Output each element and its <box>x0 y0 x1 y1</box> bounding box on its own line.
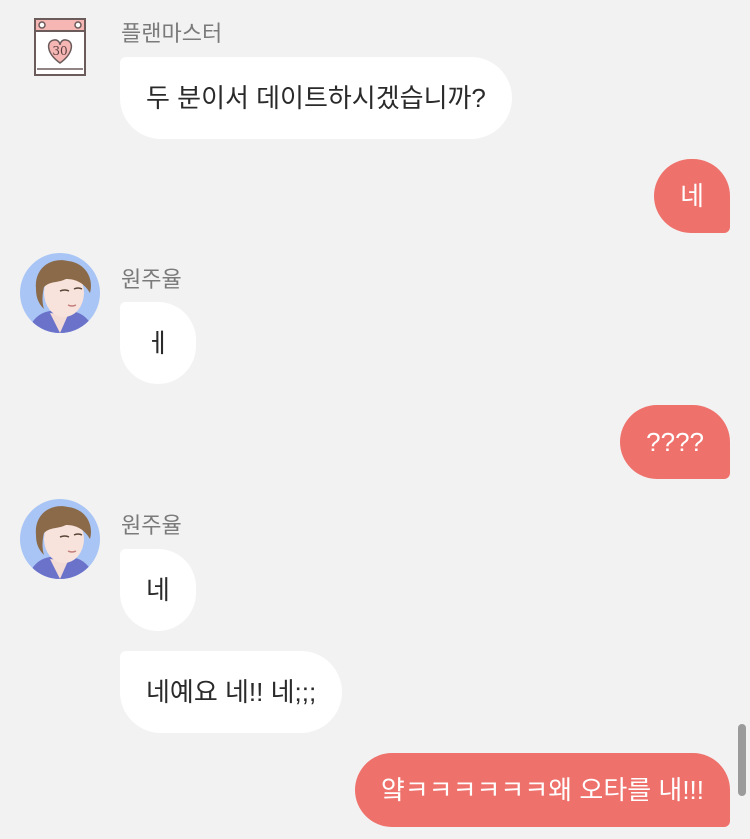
scrollbar-thumb[interactable] <box>738 724 746 796</box>
outgoing-message: ???? <box>620 405 730 479</box>
incoming-message: 네예요 네!! 네;;; <box>120 651 343 733</box>
incoming-message: ㅔ <box>120 302 196 384</box>
outgoing-message: 네 <box>654 159 730 233</box>
sender-name: 원주율 <box>121 513 182 538</box>
sender-name: 플랜마스터 <box>121 21 223 46</box>
user-avatar[interactable] <box>20 253 100 333</box>
incoming-message: 두 분이서 데이트하시겠습니까? <box>120 57 512 139</box>
calendar-day-label: 30 <box>52 44 67 58</box>
outgoing-message: 얔ㅋㅋㅋㅋㅋㅋ왜 오타를 내!!! <box>354 753 730 827</box>
user-avatar[interactable] <box>20 499 100 579</box>
sender-name: 원주율 <box>121 267 182 292</box>
planmaster-calendar-avatar[interactable]: 30 <box>33 17 87 77</box>
incoming-message: 네 <box>120 549 196 631</box>
